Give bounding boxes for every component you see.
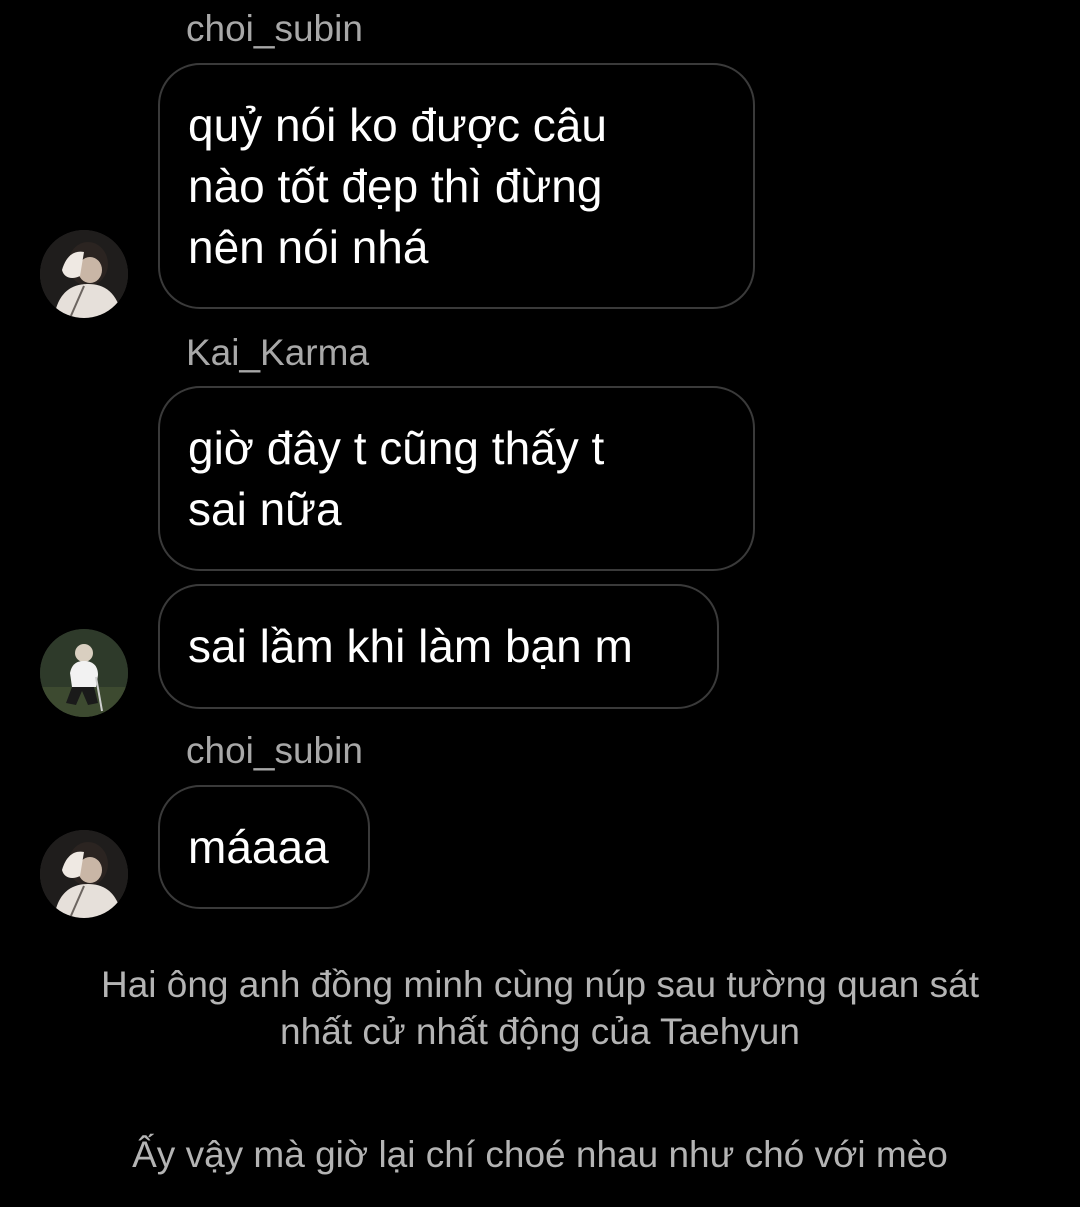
- message-bubble[interactable]: sai lầm khi làm bạn m: [158, 584, 719, 709]
- narration-text: Ấy vậy mà giờ lại chí choé nhau như chó …: [132, 1134, 948, 1175]
- message-bubble[interactable]: máaaa: [158, 785, 370, 909]
- profile-photo-icon: [40, 629, 128, 717]
- sender-name: Kai_Karma: [186, 332, 370, 373]
- avatar[interactable]: [40, 629, 128, 717]
- avatar[interactable]: [40, 830, 128, 918]
- narration-text: Hai ông anh đồng minh cùng núp sau tường…: [100, 964, 980, 1052]
- message-bubble[interactable]: quỷ nói ko được câu nào tốt đẹp thì đừng…: [158, 63, 755, 309]
- sender-name: choi_subin: [186, 8, 363, 49]
- message-bubble[interactable]: giờ đây t cũng thấy t sai nữa: [158, 386, 755, 571]
- profile-photo-icon: [40, 830, 128, 918]
- avatar[interactable]: [40, 230, 128, 318]
- sender-name: choi_subin: [186, 730, 363, 771]
- profile-photo-icon: [40, 230, 128, 318]
